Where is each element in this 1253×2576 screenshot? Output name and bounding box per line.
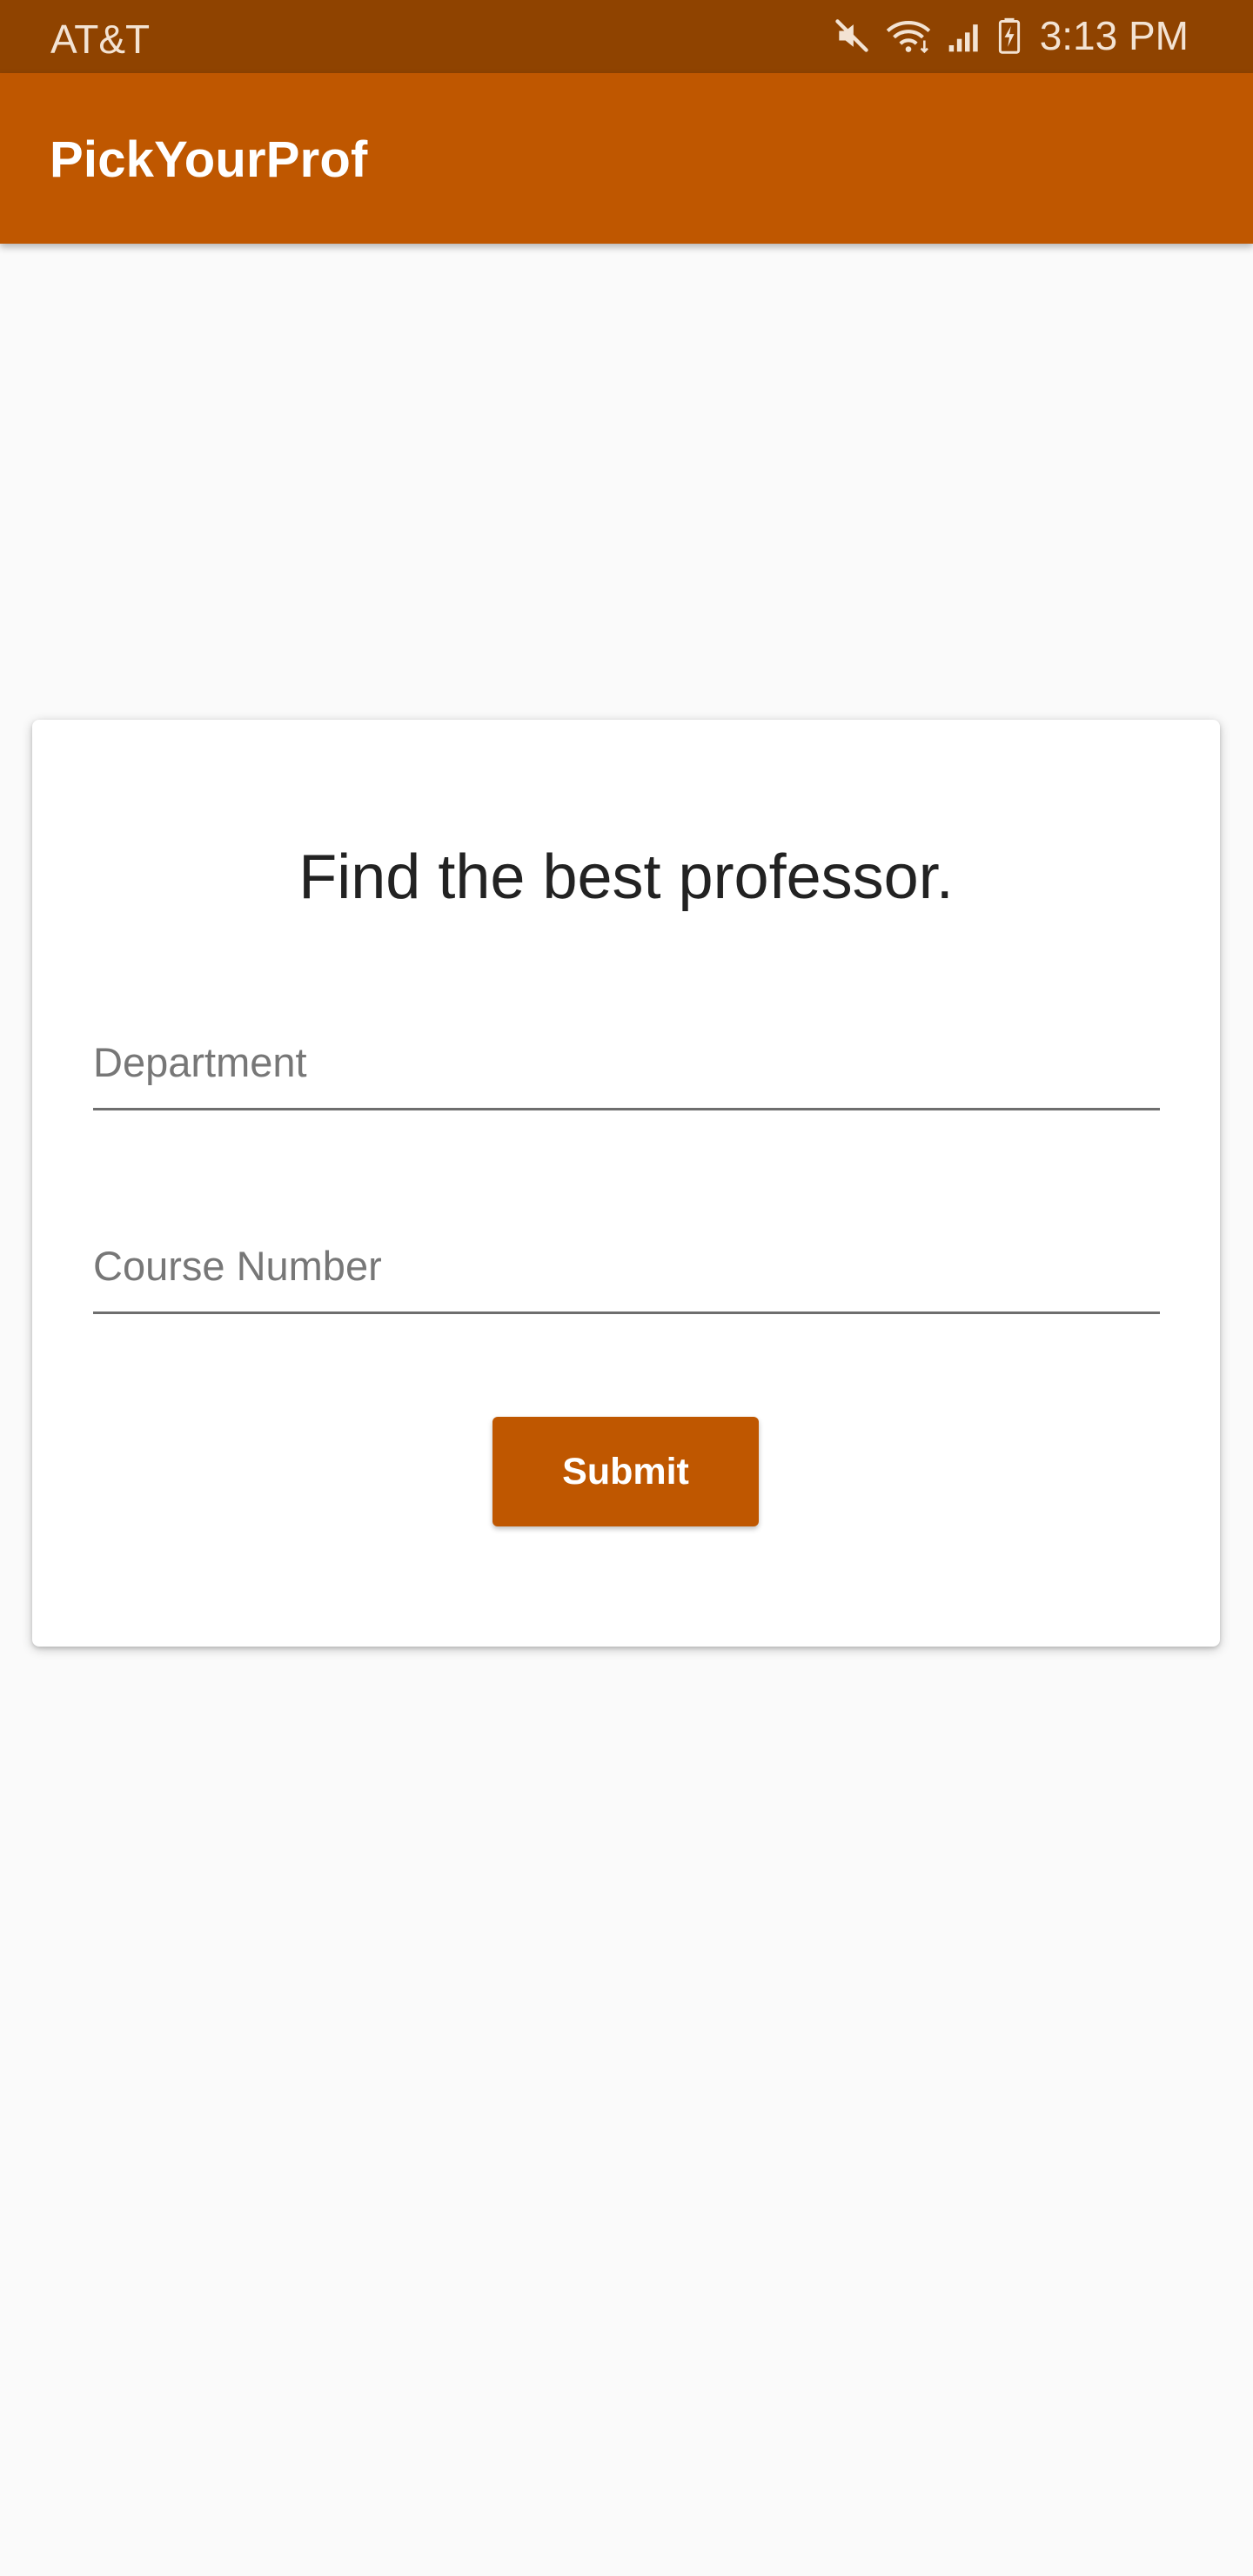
department-field[interactable]: Department <box>93 1038 1160 1110</box>
course-number-field[interactable]: Course Number <box>93 1242 1160 1314</box>
department-field-placeholder: Department <box>93 1039 307 1085</box>
carrier-label: AT&T <box>50 17 151 62</box>
status-time: 3:13 PM <box>1039 13 1189 58</box>
signal-icon <box>946 17 984 55</box>
status-bar: AT&T 3:13 PM <box>0 0 1253 73</box>
submit-button[interactable]: Submit <box>492 1417 759 1526</box>
card-heading: Find the best professor. <box>298 842 954 912</box>
status-icons: 3:13 PM <box>833 12 1189 59</box>
course-number-field-placeholder: Course Number <box>93 1243 382 1289</box>
app-title: PickYourProf <box>50 131 368 188</box>
search-card: Find the best professor. Department Cour… <box>32 720 1220 1647</box>
mute-icon <box>833 17 871 55</box>
app-bar: PickYourProf <box>0 73 1253 244</box>
wifi-icon <box>883 17 934 55</box>
battery-charging-icon <box>996 17 1022 55</box>
